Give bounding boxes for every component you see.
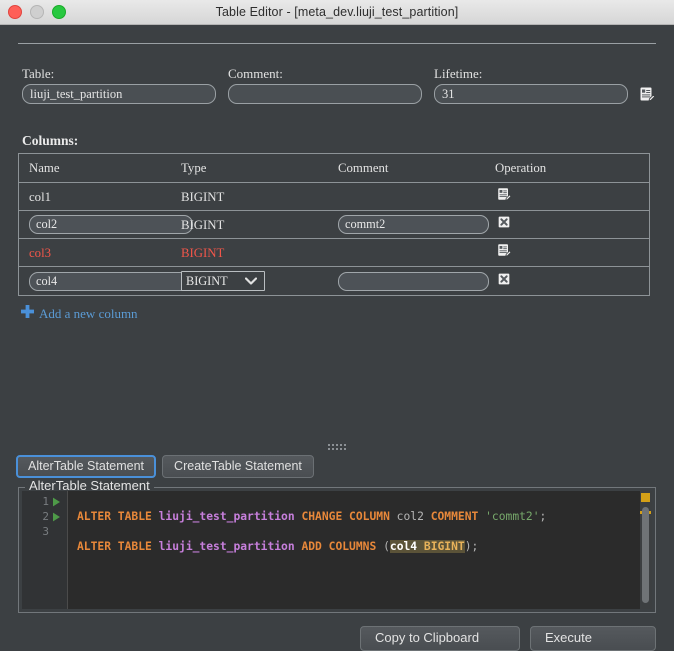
copy-to-clipboard-button[interactable]: Copy to Clipboard xyxy=(360,626,520,651)
sql-token-keyword: ADD COLUMNS xyxy=(301,540,383,553)
statement-tabs: AlterTable Statement CreateTable Stateme… xyxy=(16,455,314,478)
editor-status-marker xyxy=(641,493,650,502)
window-body: Table: Comment: Lifetime: Columns: xyxy=(0,25,674,647)
code-line: ALTER TABLE liuji_test_partition CHANGE … xyxy=(77,509,640,524)
sql-token-punct: ; xyxy=(540,510,547,523)
gutter-line: 3 xyxy=(22,524,67,539)
sql-token-keyword: COMMENT xyxy=(431,510,485,523)
lifetime-label: Lifetime: xyxy=(434,67,628,81)
editor-code[interactable]: ALTER TABLE liuji_test_partition CHANGE … xyxy=(68,491,640,609)
table-row: col3 BIGINT xyxy=(19,239,649,267)
table-field-group: Table: xyxy=(22,67,216,104)
comment-label: Comment: xyxy=(228,67,422,81)
delete-row-icon[interactable] xyxy=(495,214,512,231)
sql-token-table: liuji_test_partition xyxy=(159,540,302,553)
statement-group: AlterTable Statement 1 2 3 xyxy=(18,478,656,613)
sql-token-string: 'commt2' xyxy=(485,510,539,523)
column-type-select[interactable]: BIGINT xyxy=(181,271,265,291)
table-row: BIGINT xyxy=(19,267,649,295)
column-comment-input[interactable] xyxy=(338,272,489,291)
header-operation: Operation xyxy=(495,161,546,175)
traffic-lights xyxy=(8,0,66,24)
code-line: ALTER TABLE liuji_test_partition ADD COL… xyxy=(77,539,640,554)
window-titlebar: Table Editor - [meta_dev.liuji_test_part… xyxy=(0,0,674,25)
header-name: Name xyxy=(29,161,60,175)
add-new-column-label: Add a new column xyxy=(39,306,138,322)
gutter-line: 1 xyxy=(22,494,67,509)
lifetime-input[interactable] xyxy=(434,84,628,104)
splitter-grip-icon xyxy=(328,444,347,451)
table-label: Table: xyxy=(22,67,216,81)
execute-button[interactable]: Execute xyxy=(530,626,656,651)
sql-editor[interactable]: 1 2 3 ALTER TABLE liuji_test_partition xyxy=(22,491,652,609)
column-comment-input[interactable] xyxy=(338,215,489,234)
footer-actions: Copy to Clipboard Execute xyxy=(360,626,656,651)
table-comment-input[interactable] xyxy=(228,84,422,104)
sql-token-keyword: ALTER TABLE xyxy=(77,510,159,523)
add-new-column-link[interactable]: Add a new column xyxy=(20,304,138,324)
sql-token-table: liuji_test_partition xyxy=(159,510,302,523)
line-number: 1 xyxy=(33,495,49,508)
window-title: Table Editor - [meta_dev.liuji_test_part… xyxy=(216,5,459,19)
table-properties-form: Table: Comment: Lifetime: xyxy=(22,67,656,104)
run-statement-icon[interactable] xyxy=(49,512,63,522)
edit-row-icon[interactable] xyxy=(495,186,512,203)
column-type-select-wrapper: BIGINT xyxy=(181,271,265,291)
panel-splitter[interactable] xyxy=(0,442,674,452)
sql-token-identifier: col2 xyxy=(397,510,431,523)
header-type: Type xyxy=(181,161,206,175)
sql-token-keyword: ALTER TABLE xyxy=(77,540,159,553)
minimize-button[interactable] xyxy=(30,5,44,19)
header-comment: Comment xyxy=(338,161,388,175)
edit-row-icon[interactable] xyxy=(495,242,512,259)
code-line xyxy=(77,569,640,584)
column-name-input[interactable] xyxy=(29,272,193,291)
sql-token-punct: ( xyxy=(383,540,390,553)
table-row: BIGINT xyxy=(19,211,649,239)
comment-field-group: Comment: xyxy=(228,67,422,104)
columns-table-header: Name Type Comment Operation xyxy=(19,154,649,183)
scrollbar-thumb[interactable] xyxy=(642,507,649,603)
line-number: 2 xyxy=(33,510,49,523)
column-type-text: BIGINT xyxy=(181,190,224,204)
sql-token-highlight: col4 BIGINT xyxy=(390,540,465,553)
run-statement-icon[interactable] xyxy=(49,497,63,507)
sql-token-identifier: col4 xyxy=(390,540,424,553)
zoom-button[interactable] xyxy=(52,5,66,19)
line-number: 3 xyxy=(33,525,49,538)
editor-scrollbar[interactable] xyxy=(640,491,652,609)
table-name-input[interactable] xyxy=(22,84,216,104)
column-type-text: BIGINT xyxy=(181,218,224,232)
columns-table: Name Type Comment Operation col1 BIGINT xyxy=(18,153,650,296)
close-button[interactable] xyxy=(8,5,22,19)
sql-token-punct: ) xyxy=(465,540,472,553)
column-name-text: col1 xyxy=(29,190,51,204)
top-divider xyxy=(18,43,656,44)
tab-altertable-statement[interactable]: AlterTable Statement xyxy=(16,455,156,478)
sql-token-punct: ; xyxy=(472,540,479,553)
columns-section-label: Columns: xyxy=(22,133,78,149)
column-name-text: col3 xyxy=(29,246,51,260)
lifetime-field-group: Lifetime: xyxy=(434,67,628,104)
edit-document-icon[interactable] xyxy=(638,84,656,104)
sql-token-keyword: CHANGE COLUMN xyxy=(301,510,396,523)
plus-icon xyxy=(20,304,35,324)
column-type-text: BIGINT xyxy=(181,246,224,260)
delete-row-icon[interactable] xyxy=(495,270,512,287)
gutter-line: 2 xyxy=(22,509,67,524)
tab-createtable-statement[interactable]: CreateTable Statement xyxy=(162,455,314,478)
column-name-input[interactable] xyxy=(29,215,193,234)
editor-gutter: 1 2 3 xyxy=(22,491,68,609)
table-row: col1 BIGINT xyxy=(19,183,649,211)
sql-token-type: BIGINT xyxy=(424,540,465,553)
